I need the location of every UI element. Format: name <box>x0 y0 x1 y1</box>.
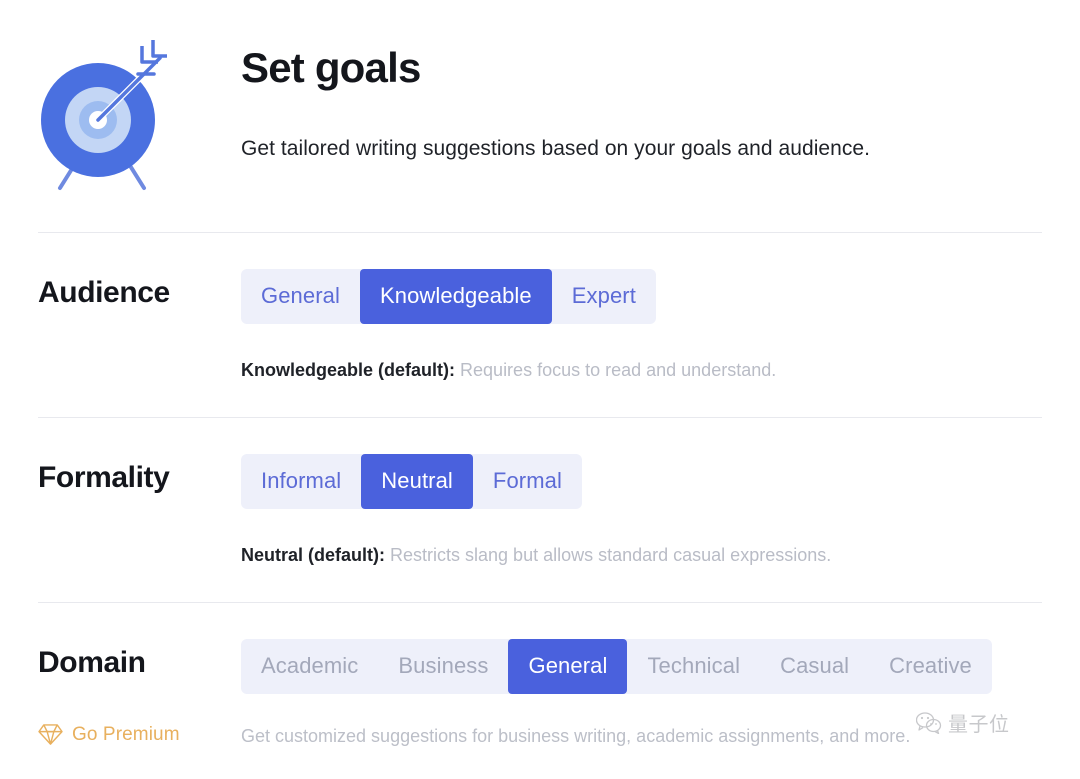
target-with-arrow-icon <box>41 40 167 190</box>
row-description-formality-strong: Neutral (default): <box>241 545 385 565</box>
setting-row-domain: Domain Academic Business General Technical C… <box>0 602 1080 779</box>
segment-option-business[interactable]: Business <box>378 639 508 694</box>
setting-row-formality: Formality Informal Neutral Formal Neutral … <box>0 417 1080 602</box>
diamond-gem-icon <box>38 724 63 745</box>
segment-option-general[interactable]: General <box>241 269 360 324</box>
setting-row-audience: Audience General Knowledgeable Expert Know… <box>0 232 1080 417</box>
segmented-control-audience[interactable]: General Knowledgeable Expert <box>241 269 656 324</box>
set-goals-panel: Set goals Get tailored writing suggestio… <box>0 0 1080 779</box>
page-subtitle: Get tailored writing suggestions based o… <box>241 137 871 161</box>
premium-description: Get customized suggestions for business … <box>241 726 911 746</box>
row-description-formality-muted: Restricts slang but allows standard casu… <box>390 545 832 565</box>
segment-option-general[interactable]: General <box>508 639 628 694</box>
row-description-formality: Neutral (default): Restricts slang but a… <box>241 544 831 567</box>
segment-option-formal[interactable]: Formal <box>473 454 582 509</box>
segment-option-expert[interactable]: Expert <box>552 269 656 324</box>
segmented-control-domain[interactable]: Academic Business General Technical Casual Cr… <box>241 639 992 694</box>
row-description-audience: Knowledgeable (default): Requires focus … <box>241 359 776 382</box>
segment-option-neutral[interactable]: Neutral <box>361 454 473 509</box>
segment-option-casual[interactable]: Casual <box>760 639 869 694</box>
row-label-formality: Formality <box>38 461 170 494</box>
go-premium-label: Go Premium <box>72 723 180 745</box>
go-premium-button[interactable]: Go Premium <box>38 723 180 746</box>
segment-option-technical[interactable]: Technical <box>627 639 760 694</box>
segment-option-informal[interactable]: Informal <box>241 454 361 509</box>
row-description-audience-strong: Knowledgeable (default): <box>241 360 456 380</box>
page-title: Set goals <box>241 44 421 91</box>
panel-header: Set goals Get tailored writing suggestio… <box>0 0 1080 232</box>
row-label-audience: Audience <box>38 276 170 309</box>
segment-option-creative[interactable]: Creative <box>869 639 992 694</box>
header-text-block: Set goals Get tailored writing suggestio… <box>241 44 1061 163</box>
segment-option-knowledgeable[interactable]: Knowledgeable <box>359 269 552 324</box>
segment-option-academic[interactable]: Academic <box>241 639 378 694</box>
segmented-control-formality[interactable]: Informal Neutral Formal <box>241 454 582 509</box>
row-description-audience-muted: Requires focus to read and understand. <box>460 360 777 380</box>
row-label-domain: Domain <box>38 646 146 679</box>
